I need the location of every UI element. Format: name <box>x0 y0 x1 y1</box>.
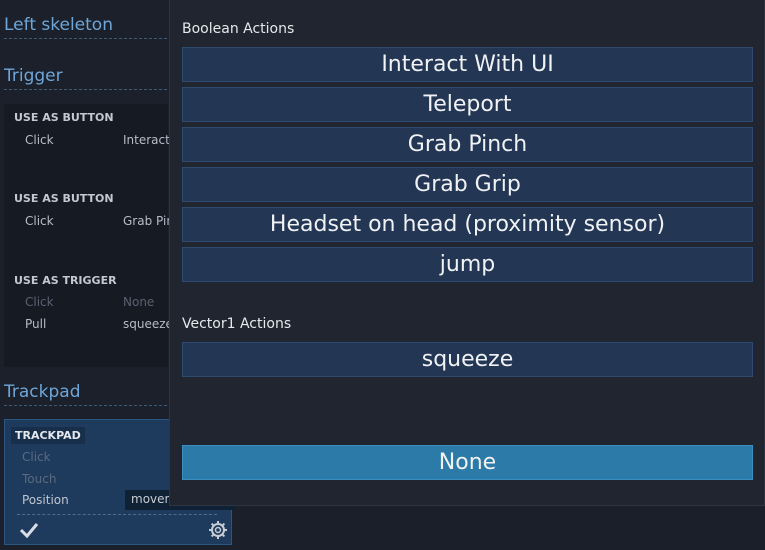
action-option-interact-with-ui[interactable]: Interact With UI <box>182 47 753 82</box>
check-icon[interactable] <box>18 520 40 540</box>
divider <box>4 38 167 39</box>
binding-row-label: Click <box>25 295 54 309</box>
divider <box>4 405 167 406</box>
action-option-grab-grip[interactable]: Grab Grip <box>182 167 753 202</box>
boolean-actions-header: Boolean Actions <box>182 21 295 37</box>
binding-group-header: USE AS TRIGGER <box>14 274 117 287</box>
action-option-teleport[interactable]: Teleport <box>182 87 753 122</box>
action-option-jump[interactable]: jump <box>182 247 753 282</box>
action-select-dropdown: Boolean Actions Interact With UI Telepor… <box>169 0 765 506</box>
binding-group-header: USE AS BUTTON <box>14 192 114 205</box>
binding-row-label: Click <box>25 133 54 147</box>
binding-row-label: Pull <box>25 317 47 331</box>
trackpad-header: TRACKPAD <box>11 427 85 444</box>
vector1-actions-header: Vector1 Actions <box>182 316 292 332</box>
binding-row-label: Click <box>25 214 54 228</box>
section-title-left-skeleton: Left skeleton <box>4 15 113 35</box>
section-title-trackpad: Trackpad <box>4 382 81 402</box>
binding-row-value[interactable]: squeeze <box>123 317 173 331</box>
divider <box>4 89 167 90</box>
binding-group-header: USE AS BUTTON <box>14 111 114 124</box>
trigger-bindings-group: USE AS BUTTON Click Interact W USE AS BU… <box>4 104 186 367</box>
divider <box>17 514 217 515</box>
section-title-trigger: Trigger <box>4 66 63 86</box>
action-option-squeeze[interactable]: squeeze <box>182 342 753 377</box>
trackpad-row-touch[interactable]: Touch <box>22 472 56 486</box>
trackpad-row-click[interactable]: Click <box>22 450 51 464</box>
action-option-grab-pinch[interactable]: Grab Pinch <box>182 127 753 162</box>
action-option-headset-on-head[interactable]: Headset on head (proximity sensor) <box>182 207 753 242</box>
action-option-none[interactable]: None <box>182 445 753 480</box>
gear-icon[interactable] <box>208 520 228 540</box>
binding-row-value[interactable]: None <box>123 295 154 309</box>
trackpad-row-position: Position <box>22 493 69 507</box>
